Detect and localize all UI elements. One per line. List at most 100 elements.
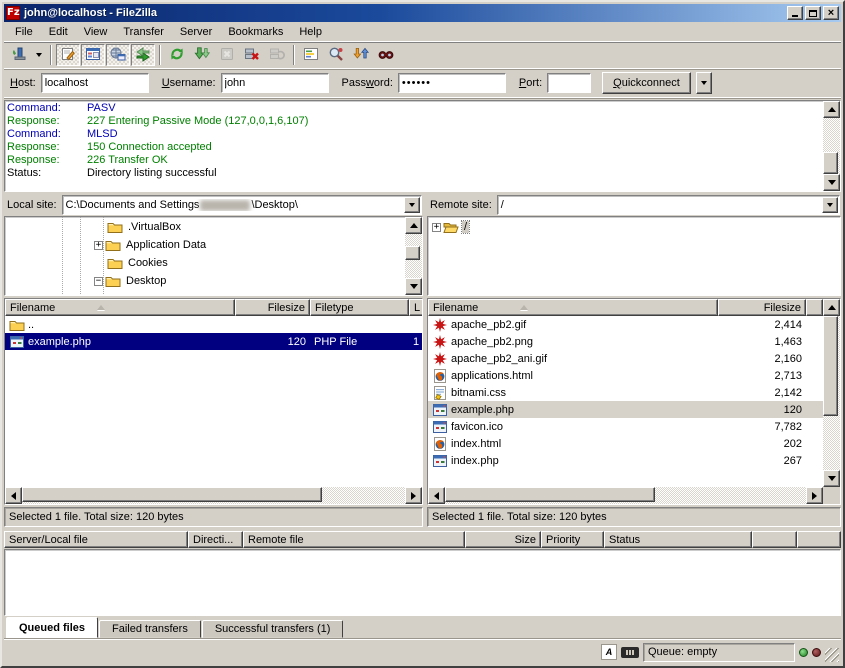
password-label: Password: bbox=[342, 77, 393, 89]
column-header-status[interactable]: Status bbox=[604, 531, 752, 548]
column-header-filename[interactable]: Filename bbox=[428, 299, 718, 316]
port-input[interactable] bbox=[547, 73, 591, 93]
file-cell-filesize: 2,142 bbox=[718, 384, 806, 401]
file-row-index-php[interactable]: index.php267 bbox=[428, 452, 823, 469]
collapse-minus-icon[interactable]: − bbox=[94, 277, 103, 286]
file-row-apache-pb2-ani-gif[interactable]: apache_pb2_ani.gif2,160 bbox=[428, 350, 823, 367]
column-header-spacer[interactable] bbox=[752, 531, 797, 548]
password-input[interactable] bbox=[398, 73, 506, 93]
cancel-operation-button[interactable] bbox=[215, 44, 239, 66]
column-header-l[interactable]: L bbox=[409, 299, 423, 316]
tree-item-root[interactable]: +/ bbox=[428, 218, 840, 236]
local-tree-scrollbar[interactable] bbox=[405, 217, 422, 295]
column-header-priority[interactable]: Priority bbox=[541, 531, 604, 548]
scroll-down-button[interactable] bbox=[823, 470, 840, 487]
site-manager-dropdown-button[interactable] bbox=[32, 44, 46, 66]
column-header-filesize[interactable]: Filesize bbox=[235, 299, 310, 316]
menu-item-file[interactable]: File bbox=[8, 24, 40, 40]
sort-ascending-icon bbox=[97, 305, 105, 310]
expand-plus-icon[interactable]: + bbox=[432, 223, 441, 232]
menu-item-help[interactable]: Help bbox=[292, 24, 329, 40]
reconnect-button[interactable] bbox=[265, 44, 289, 66]
title-bar[interactable]: Fz john@localhost - FileZilla × bbox=[4, 4, 841, 22]
directory-comparison-button[interactable] bbox=[324, 44, 348, 66]
column-header-size[interactable]: Size bbox=[465, 531, 541, 548]
scroll-down-button[interactable] bbox=[405, 278, 422, 295]
file-row-apache-pb2-png[interactable]: apache_pb2.png1,463 bbox=[428, 333, 823, 350]
scrollbar-thumb[interactable] bbox=[445, 487, 655, 502]
file-row-bitnami-css[interactable]: bitnami.css2,142 bbox=[428, 384, 823, 401]
column-header-directi[interactable]: Directi... bbox=[188, 531, 243, 548]
tab-failed-transfers[interactable]: Failed transfers bbox=[99, 620, 201, 638]
scroll-left-button[interactable] bbox=[428, 487, 445, 504]
menu-item-edit[interactable]: Edit bbox=[42, 24, 75, 40]
arrow-right-icon bbox=[411, 492, 416, 500]
resize-grip[interactable] bbox=[825, 648, 839, 662]
host-input[interactable] bbox=[41, 73, 149, 93]
file-row-example-php[interactable]: example.php120PHP File1 bbox=[5, 333, 422, 350]
find-files-button[interactable] bbox=[374, 44, 398, 66]
toggle-transfer-queue-button[interactable] bbox=[131, 44, 155, 66]
tree-item-application-data[interactable]: +Application Data bbox=[5, 236, 405, 254]
arrow-up-icon bbox=[828, 107, 836, 112]
scrollbar-thumb[interactable] bbox=[823, 316, 838, 416]
close-button[interactable]: × bbox=[823, 6, 839, 20]
scroll-up-button[interactable] bbox=[823, 101, 840, 118]
refresh-button[interactable] bbox=[165, 44, 189, 66]
local-site-combobox[interactable]: C:\Documents and Settings\Desktop\ bbox=[62, 195, 422, 215]
quickconnect-button[interactable]: Quickconnect bbox=[602, 72, 691, 94]
local-horizontal-scrollbar[interactable] bbox=[5, 487, 422, 504]
column-header-filetype[interactable]: Filetype bbox=[310, 299, 409, 316]
minimize-button[interactable] bbox=[787, 6, 803, 20]
column-header-remote-file[interactable]: Remote file bbox=[243, 531, 465, 548]
tree-item-desktop[interactable]: −Desktop bbox=[5, 272, 405, 290]
directory-listing-filters-button[interactable] bbox=[299, 44, 323, 66]
scroll-right-button[interactable] bbox=[806, 487, 823, 504]
menu-item-view[interactable]: View bbox=[77, 24, 115, 40]
remote-horizontal-scrollbar[interactable] bbox=[428, 487, 823, 504]
scrollbar-thumb[interactable] bbox=[405, 246, 420, 260]
menu-item-bookmarks[interactable]: Bookmarks bbox=[221, 24, 290, 40]
tree-item-virtualbox[interactable]: .VirtualBox bbox=[5, 218, 405, 236]
column-header-filesize[interactable]: Filesize bbox=[718, 299, 806, 316]
menu-item-server[interactable]: Server bbox=[173, 24, 219, 40]
scroll-up-button[interactable] bbox=[823, 299, 840, 316]
scroll-up-button[interactable] bbox=[405, 217, 422, 234]
scrollbar-thumb[interactable] bbox=[22, 487, 322, 502]
log-vertical-scrollbar[interactable] bbox=[823, 101, 840, 191]
port-label: Port: bbox=[519, 77, 542, 89]
scroll-down-button[interactable] bbox=[823, 174, 840, 191]
local-site-dropdown-button[interactable] bbox=[404, 197, 420, 213]
quickconnect-dropdown-button[interactable] bbox=[696, 72, 712, 94]
process-queue-button[interactable] bbox=[190, 44, 214, 66]
scrollbar-thumb[interactable] bbox=[823, 152, 838, 174]
file-row-index-html[interactable]: index.html202 bbox=[428, 435, 823, 452]
file-row-example-php[interactable]: example.php120 bbox=[428, 401, 823, 418]
remote-site-path: / bbox=[498, 199, 822, 211]
scroll-right-button[interactable] bbox=[405, 487, 422, 504]
toggle-remote-tree-button[interactable] bbox=[106, 44, 130, 66]
toggle-message-log-button[interactable] bbox=[56, 44, 80, 66]
tab-successful-transfers-1[interactable]: Successful transfers (1) bbox=[202, 620, 344, 638]
file-row-favicon-ico[interactable]: favicon.ico7,782 bbox=[428, 418, 823, 435]
file-row-[interactable]: .. bbox=[5, 316, 422, 333]
disconnect-button[interactable] bbox=[240, 44, 264, 66]
file-row-applications-html[interactable]: applications.html2,713 bbox=[428, 367, 823, 384]
file-row-apache-pb2-gif[interactable]: apache_pb2.gif2,414 bbox=[428, 316, 823, 333]
remote-site-dropdown-button[interactable] bbox=[822, 197, 838, 213]
tree-item-cookies[interactable]: Cookies bbox=[5, 254, 405, 272]
site-manager-button[interactable] bbox=[7, 44, 31, 66]
file-value: 120 bbox=[288, 336, 306, 348]
tab-queued-files[interactable]: Queued files bbox=[6, 617, 98, 638]
column-header-filename[interactable]: Filename bbox=[5, 299, 235, 316]
scroll-left-button[interactable] bbox=[5, 487, 22, 504]
maximize-button[interactable] bbox=[805, 6, 821, 20]
synchronized-browsing-button[interactable] bbox=[349, 44, 373, 66]
remote-site-combobox[interactable]: / bbox=[497, 195, 840, 215]
remote-vertical-scrollbar[interactable] bbox=[823, 299, 840, 487]
menu-item-transfer[interactable]: Transfer bbox=[116, 24, 171, 40]
username-input[interactable] bbox=[221, 73, 329, 93]
column-header-server-local-file[interactable]: Server/Local file bbox=[4, 531, 188, 548]
toggle-local-tree-button[interactable] bbox=[81, 44, 105, 66]
expand-plus-icon[interactable]: + bbox=[94, 241, 103, 250]
